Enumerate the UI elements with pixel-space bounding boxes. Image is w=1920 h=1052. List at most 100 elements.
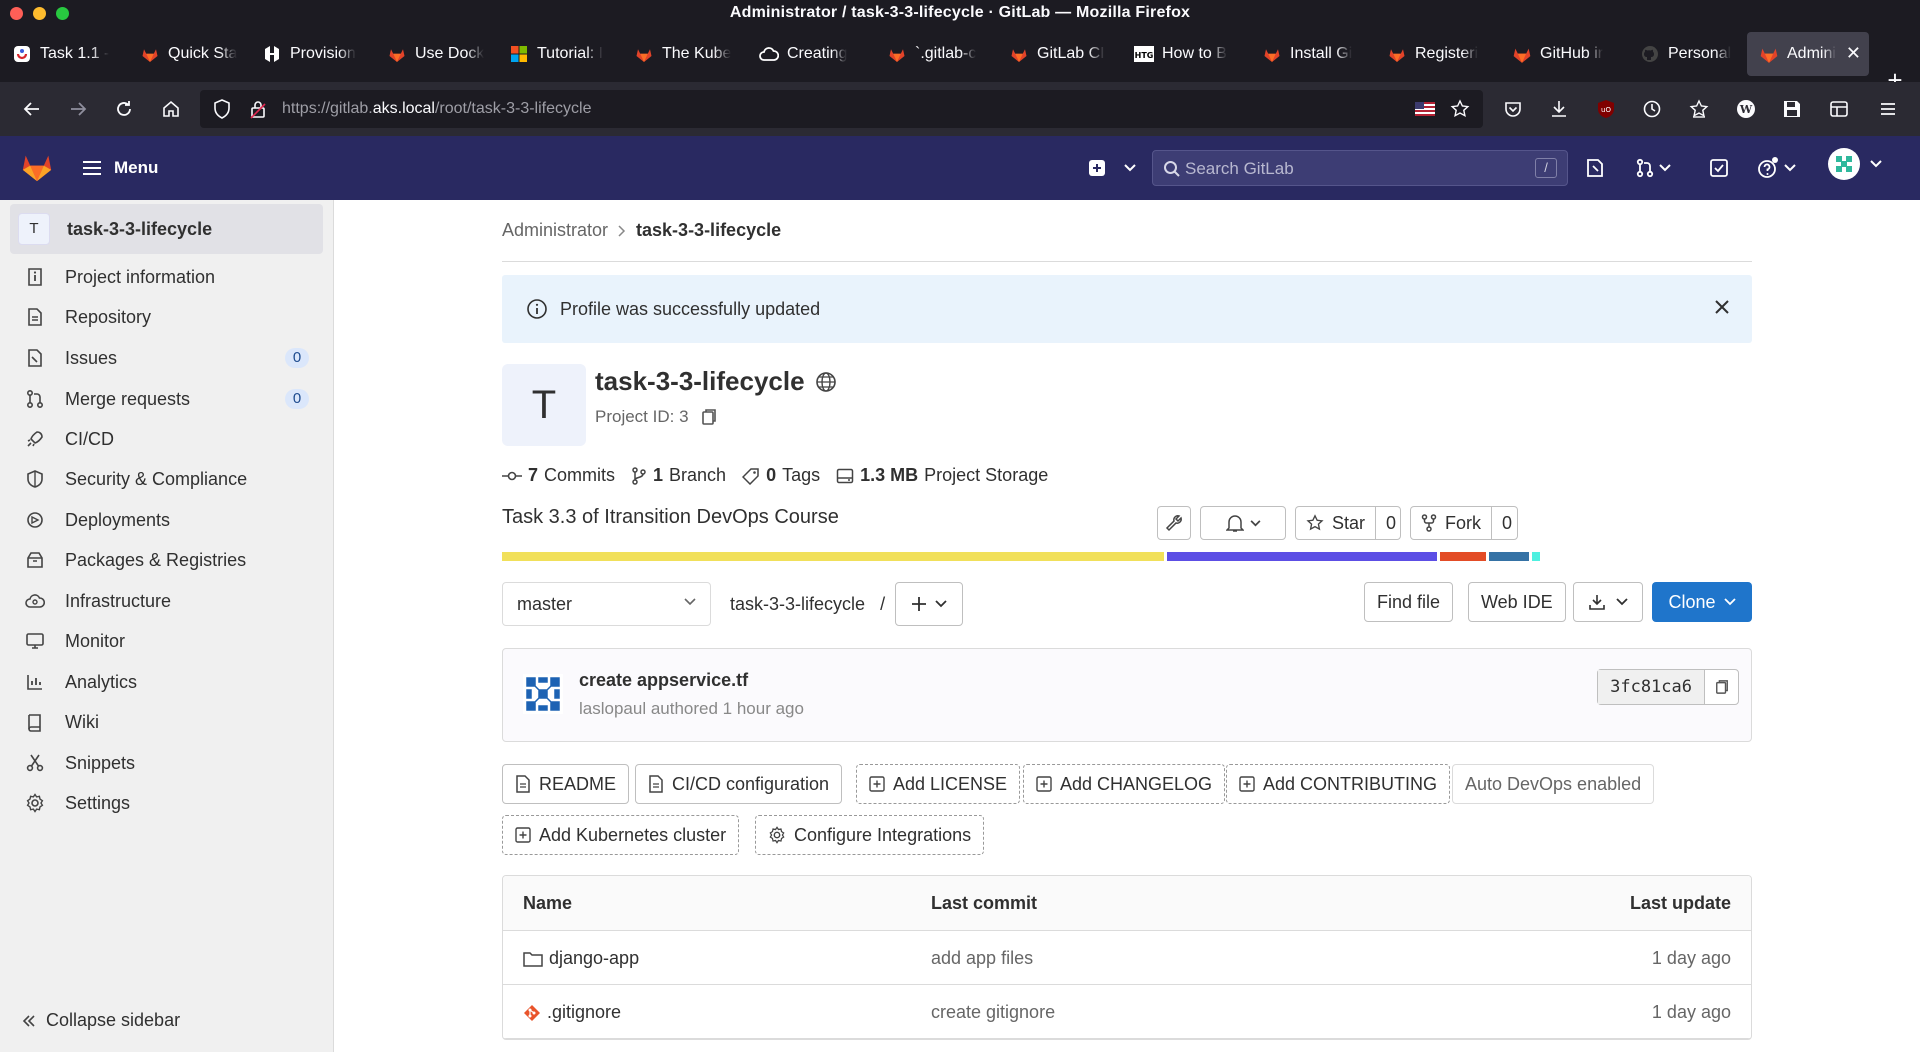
- configure-integrations-button[interactable]: Configure Integrations: [755, 815, 985, 855]
- home-button[interactable]: [157, 95, 185, 123]
- sidebar-item-repository[interactable]: Repository: [10, 297, 323, 337]
- auto-devops-enabled-button[interactable]: Auto DevOps enabled: [1452, 764, 1655, 804]
- sidebar-item-analytics[interactable]: Analytics: [10, 662, 323, 702]
- fork-count[interactable]: 0: [1491, 507, 1522, 539]
- browser-tab[interactable]: GitLab CI: [997, 32, 1122, 76]
- readme-button[interactable]: README: [502, 764, 630, 804]
- browser-tab[interactable]: Provision: [250, 32, 375, 76]
- user-menu-dropdown[interactable]: [1828, 148, 1882, 180]
- copy-icon[interactable]: [1704, 670, 1738, 704]
- sidebar-item-settings[interactable]: Settings: [10, 783, 323, 823]
- browser-tab[interactable]: Install Gi: [1250, 32, 1375, 76]
- sidebar-item-infrastructure[interactable]: Infrastructure: [10, 581, 323, 621]
- branch-selector[interactable]: master: [502, 582, 711, 626]
- forward-button[interactable]: [64, 95, 92, 123]
- todo-icon[interactable]: [1709, 156, 1729, 180]
- reload-button[interactable]: [110, 95, 138, 123]
- download-dropdown[interactable]: [1573, 582, 1643, 622]
- add-license-button[interactable]: Add LICENSE: [856, 764, 1021, 804]
- ublock-icon[interactable]: uO: [1592, 95, 1620, 123]
- notification-dropdown[interactable]: [1200, 506, 1286, 540]
- sidebar-item-monitor[interactable]: Monitor: [10, 621, 323, 661]
- storage-link[interactable]: 1.3 MB Project Storage: [836, 465, 1048, 486]
- branches-link[interactable]: 1 Branch: [631, 465, 726, 486]
- row-last-commit-link[interactable]: create gitignore: [931, 1002, 1055, 1023]
- create-new-dropdown[interactable]: [1088, 156, 1136, 180]
- browser-tab[interactable]: Tutorial: I: [497, 32, 622, 76]
- web-ide-button[interactable]: Web IDE: [1468, 582, 1566, 622]
- sidebar-item-snippets[interactable]: Snippets: [10, 743, 323, 783]
- row-last-commit-link[interactable]: add app files: [931, 948, 1033, 969]
- browser-tab[interactable]: Registeri: [1375, 32, 1500, 76]
- url-bar[interactable]: https://gitlab.aks.local/root/task-3-3-l…: [200, 90, 1483, 128]
- lock-icon[interactable]: [248, 99, 268, 119]
- sidebar-item-project-information[interactable]: Project information: [10, 257, 323, 297]
- browser-tab-active[interactable]: Admini ✕: [1747, 32, 1869, 76]
- menu-button[interactable]: Menu: [82, 152, 158, 184]
- table-row[interactable]: django-app add app files 1 day ago: [503, 931, 1751, 985]
- back-button[interactable]: [18, 95, 46, 123]
- search-input[interactable]: Search GitLab /: [1152, 150, 1568, 186]
- extensions-star-icon[interactable]: [1685, 95, 1713, 123]
- sidebar-item-security-compliance[interactable]: Security & Compliance: [10, 459, 323, 499]
- shield-icon[interactable]: [212, 99, 232, 119]
- browser-tab[interactable]: HTG How to B: [1122, 32, 1250, 76]
- close-icon[interactable]: [1714, 299, 1730, 315]
- sidebar-item-merge-requests[interactable]: Merge requests 0: [10, 379, 323, 419]
- downloads-icon[interactable]: [1545, 95, 1573, 123]
- reader-view-icon[interactable]: [1825, 95, 1853, 123]
- sidebar-item-issues[interactable]: Issues 0: [10, 338, 323, 378]
- browser-tab[interactable]: Creating: [747, 32, 875, 76]
- star-button[interactable]: Star 0: [1295, 506, 1401, 540]
- browser-tab[interactable]: Quick Sta: [128, 32, 250, 76]
- sidebar-item-wiki[interactable]: Wiki: [10, 702, 323, 742]
- sidebar-item-deployments[interactable]: Deployments: [10, 500, 323, 540]
- ci-cd-configuration-button[interactable]: CI/CD configuration: [635, 764, 843, 804]
- find-file-button[interactable]: Find file: [1364, 582, 1454, 622]
- browser-tab[interactable]: Use Dock: [375, 32, 497, 76]
- svg-text:W: W: [1739, 103, 1753, 116]
- admin-wrench-button[interactable]: [1157, 506, 1191, 540]
- breadcrumb-parent-link[interactable]: Administrator: [502, 220, 608, 241]
- browser-tab[interactable]: GitHub ir: [1500, 32, 1628, 76]
- add-to-tree-dropdown[interactable]: [895, 582, 963, 626]
- hamburger-menu-icon[interactable]: [1874, 95, 1902, 123]
- merge-requests-dropdown[interactable]: [1635, 156, 1671, 180]
- file-name-link[interactable]: .gitignore: [523, 1002, 621, 1023]
- browser-tab[interactable]: Personal: [1628, 32, 1750, 76]
- bookmark-star-icon[interactable]: [1450, 99, 1470, 119]
- breadcrumb-current[interactable]: task-3-3-lifecycle: [636, 220, 781, 241]
- wikipedia-icon[interactable]: W: [1732, 95, 1760, 123]
- browser-tab[interactable]: The Kube: [622, 32, 747, 76]
- pocket-icon[interactable]: [1499, 95, 1527, 123]
- us-flag-icon[interactable]: [1414, 99, 1436, 119]
- star-count[interactable]: 0: [1375, 507, 1406, 539]
- browser-tab[interactable]: `.gitlab-c: [875, 32, 997, 76]
- clone-dropdown[interactable]: Clone: [1652, 582, 1752, 622]
- add-changelog-button[interactable]: Add CHANGELOG: [1023, 764, 1226, 804]
- browser-tab[interactable]: Task 1.1 -: [0, 32, 128, 76]
- commit-sha-link[interactable]: 3fc81ca6: [1598, 670, 1704, 704]
- commit-title-link[interactable]: create appservice.tf: [579, 670, 748, 691]
- chevron-down-icon: [1250, 519, 1261, 527]
- commits-link[interactable]: 7 Commits: [502, 465, 615, 486]
- gitlab-logo-icon[interactable]: [20, 150, 54, 184]
- add-contributing-button[interactable]: Add CONTRIBUTING: [1226, 764, 1451, 804]
- author-avatar[interactable]: [523, 674, 563, 714]
- save-icon[interactable]: [1778, 95, 1806, 123]
- collapse-sidebar-button[interactable]: Collapse sidebar: [22, 1010, 180, 1031]
- history-icon[interactable]: [1638, 95, 1666, 123]
- tags-link[interactable]: 0 Tags: [742, 465, 820, 486]
- close-tab-icon[interactable]: ✕: [1846, 44, 1861, 62]
- add-kubernetes-cluster-button[interactable]: Add Kubernetes cluster: [502, 815, 740, 855]
- table-row[interactable]: .gitignore create gitignore 1 day ago: [503, 985, 1751, 1039]
- copy-icon[interactable]: [701, 408, 717, 426]
- file-name-link[interactable]: django-app: [523, 948, 639, 969]
- sidebar-item-packages-registries[interactable]: Packages & Registries: [10, 540, 323, 580]
- issues-icon[interactable]: [1585, 156, 1605, 180]
- sidebar-item-ci-cd[interactable]: CI/CD: [10, 419, 323, 459]
- help-dropdown[interactable]: [1756, 156, 1796, 180]
- sidebar-project-header[interactable]: T task-3-3-lifecycle: [10, 204, 323, 254]
- path-link[interactable]: task-3-3-lifecycle: [730, 594, 865, 614]
- fork-button[interactable]: Fork 0: [1410, 506, 1518, 540]
